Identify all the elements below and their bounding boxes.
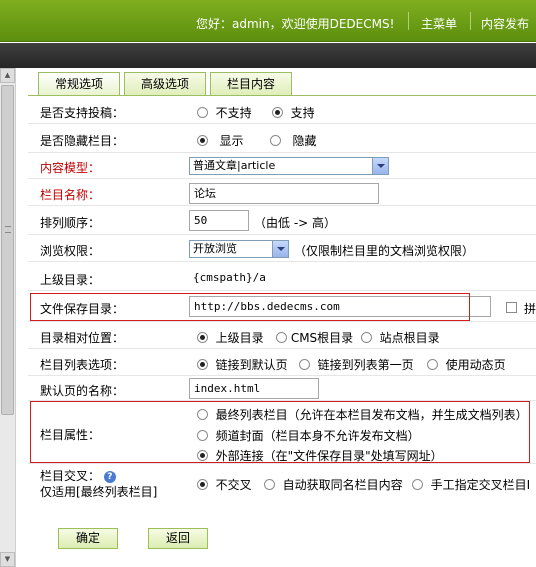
parent-dir-value: {cmspath}/a <box>193 271 266 284</box>
scroll-up-arrow-icon[interactable]: ▲ <box>0 68 15 83</box>
radio-selected-icon[interactable] <box>197 135 208 146</box>
save-dir-checkbox[interactable] <box>506 302 517 313</box>
sort-order-input[interactable]: 50 <box>189 210 249 231</box>
radio-icon[interactable] <box>299 359 310 370</box>
support-submit-label: 是否支持投稿： <box>40 106 125 120</box>
radio-icon[interactable] <box>270 135 281 146</box>
dir-relative-label: 目录相对位置： <box>40 331 125 345</box>
cross-column-note: 仅适用[最终列表栏目] <box>40 485 158 499</box>
radio-selected-icon[interactable] <box>272 107 283 118</box>
dir-relative-option-parent[interactable]: 上级目录 <box>197 329 264 346</box>
hide-column-label: 是否隐藏栏目： <box>40 134 125 148</box>
browse-permission-select[interactable]: 开放浏览 <box>189 240 289 258</box>
hide-column-option-hide[interactable]: 隐藏 <box>270 132 316 149</box>
row-browse-permission: 浏览权限： 开放浏览 （仅限制栏目里的文档浏览权限） <box>28 236 536 262</box>
chevron-down-icon[interactable] <box>372 158 388 174</box>
row-content-model: 内容模型： 普通文章|article <box>28 154 536 179</box>
content-model-label: 内容模型： <box>40 161 101 175</box>
sort-order-hint: （由低 -> 高） <box>254 216 337 230</box>
browse-permission-label: 浏览权限： <box>40 244 101 258</box>
top-header-bar: 您好：admin，欢迎使用DEDECMS! 主菜单 内容发布 <box>0 0 536 42</box>
row-default-page: 默认页的名称： index.html <box>28 377 536 401</box>
row-dir-relative: 目录相对位置： 上级目录 CMS根目录 站点根目录 <box>28 323 536 349</box>
scrollbar-thumb[interactable] <box>1 85 14 415</box>
menu-separator <box>470 12 471 30</box>
support-submit-option-no[interactable]: 不支持 <box>197 104 252 121</box>
cross-column-option-none[interactable]: 不交叉 <box>197 476 252 493</box>
browse-permission-hint: （仅限制栏目里的文档浏览权限） <box>294 244 475 258</box>
list-option-dynamic[interactable]: 使用动态页 <box>427 356 506 373</box>
list-option-first-page[interactable]: 链接到列表第一页 <box>299 356 414 373</box>
radio-icon[interactable] <box>276 332 287 343</box>
confirm-button[interactable]: 确定 <box>58 528 118 549</box>
list-option-default[interactable]: 链接到默认页 <box>197 356 288 373</box>
list-option-label: 栏目列表选项： <box>40 358 125 372</box>
default-page-label: 默认页的名称： <box>40 384 125 398</box>
content-publish-link[interactable]: 内容发布 <box>481 15 529 32</box>
tab-column-content[interactable]: 栏目内容 <box>210 72 292 95</box>
radio-selected-icon[interactable] <box>197 332 208 343</box>
content-model-select[interactable]: 普通文章|article <box>189 157 389 175</box>
radio-selected-icon[interactable] <box>197 359 208 370</box>
row-hide-column: 是否隐藏栏目： 显示 隐藏 <box>28 125 536 153</box>
main-menu-link[interactable]: 主菜单 <box>421 15 457 32</box>
chevron-down-icon[interactable] <box>272 241 288 257</box>
radio-icon[interactable] <box>412 479 423 490</box>
tab-general[interactable]: 常规选项 <box>38 72 120 96</box>
row-support-submit: 是否支持投稿： 不支持 支持 <box>28 98 536 124</box>
hide-column-option-show[interactable]: 显示 <box>197 132 243 149</box>
support-submit-option-yes[interactable]: 支持 <box>272 104 315 121</box>
default-page-input[interactable]: index.html <box>189 378 319 399</box>
cross-column-option-auto[interactable]: 自动获取同名栏目内容 <box>264 476 403 493</box>
vertical-scrollbar[interactable]: ▲ ▼ <box>0 68 16 567</box>
column-name-input[interactable]: 论坛 <box>189 183 379 204</box>
row-parent-dir: 上级目录： {cmspath}/a <box>28 263 536 291</box>
header-dark-strip <box>0 43 536 68</box>
radio-selected-icon[interactable] <box>197 479 208 490</box>
highlight-column-attr-box <box>30 401 530 463</box>
radio-icon[interactable] <box>361 332 372 343</box>
tab-underline <box>28 95 536 96</box>
row-cross-column: 栏目交叉： ? 仅适用[最终列表栏目] 不交叉 自动获取同名栏目内容 手工指定交… <box>28 465 536 499</box>
row-list-option: 栏目列表选项： 链接到默认页 链接到列表第一页 使用动态页 <box>28 350 536 376</box>
radio-icon[interactable] <box>427 359 438 370</box>
radio-icon[interactable] <box>264 479 275 490</box>
sort-order-label: 排列顺序： <box>40 216 101 230</box>
row-column-name: 栏目名称： 论坛 <box>28 180 536 206</box>
row-sort-order: 排列顺序： 50 （由低 -> 高） <box>28 207 536 235</box>
parent-dir-label: 上级目录： <box>40 273 101 287</box>
cross-column-option-manual[interactable]: 手工指定交叉栏目I <box>412 476 530 493</box>
dir-relative-option-site-root[interactable]: 站点根目录 <box>361 329 440 346</box>
column-name-label: 栏目名称： <box>40 188 101 202</box>
welcome-greeting: 您好：admin，欢迎使用DEDECMS! <box>196 17 395 31</box>
dir-relative-option-cms-root[interactable]: CMS根目录 <box>276 329 353 346</box>
highlight-save-dir-box <box>30 293 470 321</box>
save-dir-cut-label: 拼 <box>524 302 536 316</box>
scroll-grip-icon <box>5 226 11 233</box>
tab-advanced[interactable]: 高级选项 <box>124 72 206 95</box>
back-button[interactable]: 返回 <box>148 528 208 549</box>
cross-column-label: 栏目交叉： ? <box>40 467 116 484</box>
menu-separator <box>408 12 409 30</box>
help-icon[interactable]: ? <box>103 471 116 483</box>
radio-icon[interactable] <box>197 107 208 118</box>
scroll-down-arrow-icon[interactable]: ▼ <box>0 552 15 567</box>
